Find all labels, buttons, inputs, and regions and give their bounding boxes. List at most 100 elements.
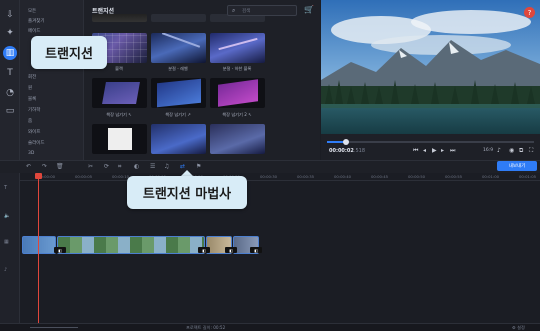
- snapshot-icon[interactable]: ◉: [509, 147, 514, 154]
- ruler-tick-label: 00:00:30: [260, 174, 278, 179]
- playback-slider[interactable]: [327, 139, 534, 145]
- settings-link[interactable]: ⚙ 설정: [512, 325, 525, 331]
- cut-icon[interactable]: ✂: [88, 163, 93, 170]
- transition-thumbnail[interactable]: [151, 33, 206, 63]
- redo-icon[interactable]: ↷: [42, 163, 47, 170]
- transition-wizard-icon[interactable]: ⇄: [180, 163, 185, 170]
- transition-marker[interactable]: ◧: [198, 247, 210, 253]
- transition-thumbnail[interactable]: [151, 14, 206, 22]
- transition-marker[interactable]: ◧: [225, 247, 237, 253]
- timecode: 00:00:02.518: [329, 148, 365, 154]
- titles-icon[interactable]: T: [3, 66, 17, 80]
- video-clip[interactable]: [22, 236, 56, 254]
- transition-marker[interactable]: ◧: [54, 247, 66, 253]
- ruler-tick-label: 00:00:35: [297, 174, 315, 179]
- tool-rail: ⇩ ✦ ▥ T ◔ ▭: [0, 0, 20, 160]
- next-frame-icon[interactable]: ▸: [441, 147, 444, 154]
- project-duration: 프로젝트 길이: 00:52: [186, 325, 226, 330]
- import-icon[interactable]: ⇩: [3, 8, 17, 22]
- mute-icon[interactable]: 🔈: [4, 213, 10, 219]
- ruler-tick-label: 00:00:50: [408, 174, 426, 179]
- timeline: T 🔈 ▦ ♪ 00:00:0000:00:0500:00:1000:00:15…: [0, 173, 540, 323]
- search-input[interactable]: 검색: [242, 8, 250, 14]
- cart-icon[interactable]: 🛒: [304, 5, 314, 14]
- transition-thumbnail[interactable]: [92, 78, 147, 108]
- player-controls: 00:00:02.518 ⏮ ◂ ▶ ▸ ⏭ 16:9 ♪ ◉ ⧉ ⛶: [321, 134, 540, 160]
- category-item[interactable]: 회전: [28, 74, 36, 80]
- transitions-tool-icon[interactable]: ▥: [3, 46, 17, 60]
- time-ruler[interactable]: 00:00:0000:00:0500:00:1000:00:1500:00:20…: [20, 173, 540, 181]
- skip-end-icon[interactable]: ⏭: [450, 147, 455, 155]
- gear-icon: ⚙: [512, 325, 516, 330]
- play-icon[interactable]: ▶: [432, 147, 437, 154]
- rotate-icon[interactable]: ⟳: [104, 163, 109, 170]
- app-window: ⇩ ✦ ▥ T ◔ ▭ 모든 즐겨찾기 페이드 회전 원 블록 기하학 줌 와이…: [0, 0, 540, 331]
- ruler-tick-label: 00:01:00: [482, 174, 500, 179]
- playback-knob[interactable]: [342, 139, 349, 145]
- undo-icon[interactable]: ↶: [26, 163, 31, 170]
- category-item[interactable]: 블록: [28, 96, 36, 102]
- export-button[interactable]: 내보내기: [497, 161, 537, 171]
- text-track-icon: T: [4, 185, 8, 191]
- category-list: 모든 즐겨찾기 페이드 회전 원 블록 기하학 줌 와이프 슬라이드 3D: [20, 0, 84, 160]
- ruler-tick-label: 00:00:10: [112, 174, 130, 179]
- help-button[interactable]: ?: [524, 7, 535, 18]
- transition-label: 분절 - 하한 블록: [222, 66, 252, 71]
- timecode-ms: .518: [353, 148, 366, 154]
- audio-track-icon: ♪: [4, 267, 8, 273]
- transition-thumbnail[interactable]: [92, 14, 147, 22]
- ruler-tick-label: 00:01:05: [519, 174, 537, 179]
- transitions-callout: 트랜지션: [31, 36, 107, 69]
- ruler-tick-label: 00:00:40: [334, 174, 352, 179]
- transition-thumbnail[interactable]: [210, 78, 265, 108]
- delete-icon[interactable]: 🗑: [56, 163, 64, 170]
- transition-label: 분절 - 레벨: [168, 66, 188, 71]
- crop-icon[interactable]: ⌗: [118, 163, 121, 171]
- category-item[interactable]: 원: [28, 85, 32, 91]
- video-clip[interactable]: [57, 236, 205, 254]
- transition-thumbnail[interactable]: [151, 124, 206, 154]
- filters-icon[interactable]: ✦: [3, 26, 17, 40]
- transition-wizard-callout: 트랜지션 마법사: [127, 176, 247, 209]
- color-icon[interactable]: ◐: [134, 163, 139, 170]
- transition-thumbnail[interactable]: [210, 33, 265, 63]
- transition-label: 책장 넘기기 ↗: [165, 112, 191, 117]
- zoom-slider[interactable]: [30, 327, 78, 328]
- category-item[interactable]: 3D: [28, 151, 34, 156]
- transition-label: 책장 넘기기 2 ↖: [222, 112, 252, 117]
- prev-frame-icon[interactable]: ◂: [423, 147, 426, 154]
- track-header-column: T 🔈 ▦ ♪: [0, 173, 20, 323]
- audio-icon[interactable]: ♫: [164, 163, 169, 170]
- more-tools-icon[interactable]: ▭: [3, 104, 17, 118]
- detach-icon[interactable]: ⧉: [519, 147, 523, 155]
- ruler-tick-label: 00:00:55: [445, 174, 463, 179]
- transition-marker[interactable]: ◧: [250, 247, 262, 253]
- transition-thumbnail[interactable]: [92, 124, 147, 154]
- category-item[interactable]: 기하학: [28, 107, 40, 113]
- search-icon: ⌕: [232, 7, 236, 14]
- category-item[interactable]: 와이프: [28, 129, 40, 135]
- playhead-handle[interactable]: [35, 173, 42, 179]
- ruler-tick-label: 00:00:45: [371, 174, 389, 179]
- category-item[interactable]: 줌: [28, 118, 32, 124]
- category-item[interactable]: 모든: [28, 8, 36, 14]
- status-bar: 프로젝트 길이: 00:52 ⚙ 설정: [0, 323, 540, 331]
- playhead[interactable]: [38, 173, 39, 323]
- fullscreen-icon[interactable]: ⛶: [529, 147, 533, 155]
- timecode-main: 00:00:02: [329, 148, 354, 154]
- search-field[interactable]: ⌕ 검색: [227, 5, 297, 16]
- clip-props-icon[interactable]: ☰: [150, 163, 155, 170]
- skip-start-icon[interactable]: ⏮: [413, 147, 418, 155]
- volume-icon[interactable]: ♪: [497, 147, 501, 154]
- aspect-ratio-select[interactable]: 16:9: [483, 148, 493, 153]
- category-item[interactable]: 슬라이드: [28, 140, 45, 146]
- transitions-panel: 트랜지션 블랙 분절 - 레벨 분절 - 하한 블록 책장 넘기기 ↖ 책장 넘…: [84, 0, 403, 160]
- category-item[interactable]: 즐겨찾기: [28, 18, 45, 24]
- timeline-toolbar: ↶ ↷ 🗑 ✂ ⟳ ⌗ ◐ ☰ ♫ ⇄ ⚑: [0, 160, 540, 173]
- ruler-tick-label: 00:00:05: [75, 174, 93, 179]
- transition-thumbnail[interactable]: [210, 124, 265, 154]
- category-item[interactable]: 페이드: [28, 28, 40, 34]
- marker-icon[interactable]: ⚑: [196, 163, 201, 170]
- stickers-icon[interactable]: ◔: [3, 86, 17, 100]
- transition-thumbnail[interactable]: [151, 78, 206, 108]
